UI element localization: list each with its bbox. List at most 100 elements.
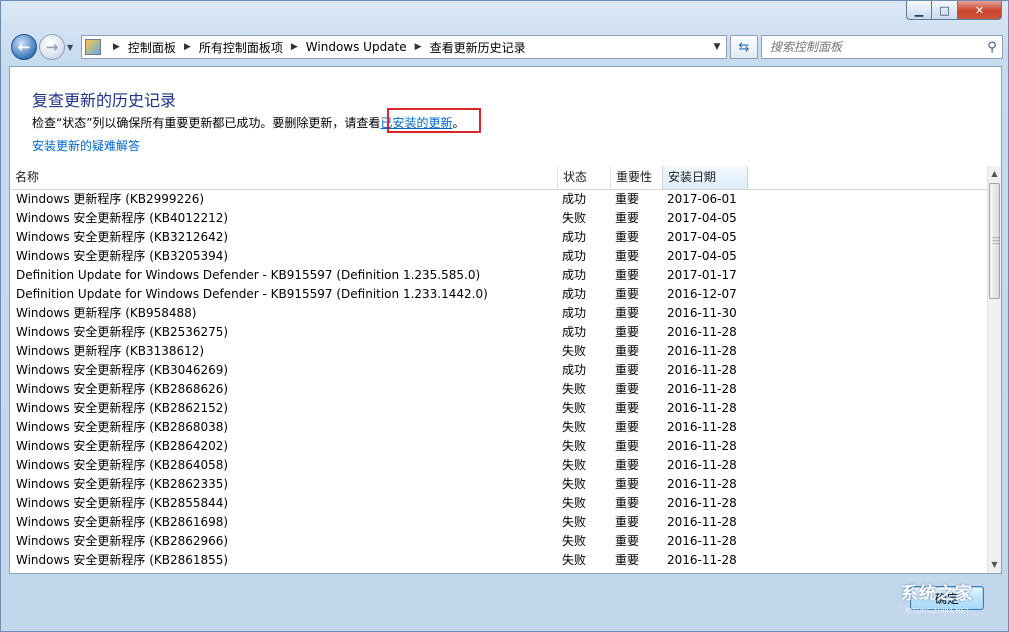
sort-descending-icon: ▾ [703, 163, 707, 186]
update-name-cell: Definition Update for Windows Defender -… [16, 285, 488, 304]
installed-date-cell: 2016-11-28 [667, 380, 737, 399]
back-button[interactable]: ← [11, 34, 37, 60]
installed-date-cell: 2017-01-17 [667, 266, 737, 285]
status-cell: 失败 [562, 399, 586, 418]
installed-date-cell: 2017-04-05 [667, 247, 737, 266]
installed-date-cell: 2016-11-28 [667, 399, 737, 418]
update-name-cell: Windows 安全更新程序 (KB2536275) [16, 323, 228, 342]
search-icon[interactable]: ⚲ [982, 40, 1002, 55]
column-header-name[interactable]: 名称 [10, 166, 558, 189]
breadcrumb-update-history[interactable]: 查看更新历史记录 [430, 39, 526, 56]
importance-cell: 重要 [615, 361, 639, 380]
watermark: 系统之家 XITONGZHIJIA.NET [901, 579, 1009, 631]
installed-date-cell: 2016-11-30 [667, 304, 737, 323]
troubleshoot-link[interactable]: 安装更新的疑难解答 [32, 137, 140, 154]
installed-date-cell: 2016-12-07 [667, 285, 737, 304]
column-header-installed-date-label: 安装日期 [668, 170, 716, 184]
maximize-button[interactable]: □ [932, 1, 958, 20]
importance-cell: 重要 [615, 380, 639, 399]
breadcrumb-separator-icon[interactable]: ▶ [184, 42, 191, 52]
search-input[interactable] [762, 39, 982, 55]
table-row[interactable]: Definition Update for Windows Defender -… [10, 285, 988, 304]
table-row[interactable]: Windows 安全更新程序 (KB4012212)失败重要2017-04-05 [10, 209, 988, 228]
importance-cell: 重要 [615, 304, 639, 323]
table-row[interactable]: Windows 更新程序 (KB2999226)成功重要2017-06-01 [10, 190, 988, 209]
column-header-importance[interactable]: 重要性 [611, 166, 663, 189]
installed-date-cell: 2016-11-28 [667, 437, 737, 456]
update-name-cell: Windows 安全更新程序 (KB3205394) [16, 247, 228, 266]
update-name-cell: Windows 安全更新程序 (KB2862152) [16, 399, 228, 418]
scrollbar-thumb[interactable]: ——— [989, 183, 1000, 299]
importance-cell: 重要 [615, 532, 639, 551]
status-cell: 成功 [562, 247, 586, 266]
breadcrumb-all-items[interactable]: 所有控制面板项 [199, 39, 283, 56]
status-cell: 失败 [562, 456, 586, 475]
control-panel-window: ▁ □ ✕ ← → ▼ ▶ 控制面板 ▶ 所有控制面板项 ▶ Windows U… [0, 0, 1009, 632]
importance-cell: 重要 [615, 323, 639, 342]
table-row[interactable]: Windows 安全更新程序 (KB2862335)失败重要2016-11-28 [10, 475, 988, 494]
update-name-cell: Windows 安全更新程序 (KB3046269) [16, 361, 228, 380]
refresh-button[interactable]: ⇆ [730, 35, 758, 59]
scroll-up-icon[interactable]: ▲ [988, 166, 1001, 182]
breadcrumb-windows-update[interactable]: Windows Update [306, 40, 407, 54]
importance-cell: 重要 [615, 285, 639, 304]
column-header-status[interactable]: 状态 [558, 166, 611, 189]
minimize-button[interactable]: ▁ [906, 1, 932, 20]
table-row[interactable]: Windows 更新程序 (KB3138612)失败重要2016-11-28 [10, 342, 988, 361]
table-row[interactable]: Windows 安全更新程序 (KB3046269)成功重要2016-11-28 [10, 361, 988, 380]
breadcrumb-control-panel[interactable]: 控制面板 [128, 39, 176, 56]
table-row[interactable]: Windows 安全更新程序 (KB2868626)失败重要2016-11-28 [10, 380, 988, 399]
scroll-down-icon[interactable]: ▼ [988, 557, 1001, 573]
table-row[interactable]: Windows 安全更新程序 (KB2862966)失败重要2016-11-28 [10, 532, 988, 551]
installed-date-cell: 2016-11-28 [667, 494, 737, 513]
table-row[interactable]: Windows 安全更新程序 (KB2536275)成功重要2016-11-28 [10, 323, 988, 342]
search-box[interactable]: ⚲ [761, 35, 1003, 59]
status-cell: 失败 [562, 494, 586, 513]
importance-cell: 重要 [615, 551, 639, 570]
address-dropdown-icon[interactable]: ▼ [708, 42, 726, 52]
close-button[interactable]: ✕ [958, 1, 1002, 20]
breadcrumb: ▶ 控制面板 ▶ 所有控制面板项 ▶ Windows Update ▶ 查看更新… [105, 39, 708, 56]
update-name-cell: Windows 更新程序 (KB958488) [16, 304, 196, 323]
table-row[interactable]: Windows 安全更新程序 (KB2861855)失败重要2016-11-28 [10, 551, 988, 570]
importance-cell: 重要 [615, 228, 639, 247]
table-row[interactable]: Windows 安全更新程序 (KB2864058)失败重要2016-11-28 [10, 456, 988, 475]
table-row[interactable]: Windows 安全更新程序 (KB3212642)成功重要2017-04-05 [10, 228, 988, 247]
table-row[interactable]: Windows 安全更新程序 (KB2855844) 失败 重要 2016-11-28 [10, 494, 988, 513]
table-row[interactable]: Windows 安全更新程序 (KB2861698)失败重要2016-11-28 [10, 513, 988, 532]
status-cell: 成功 [562, 266, 586, 285]
refresh-icon: ⇆ [739, 40, 750, 55]
importance-cell: 重要 [615, 494, 639, 513]
forward-button[interactable]: → [39, 34, 65, 60]
status-cell: 成功 [562, 228, 586, 247]
address-bar[interactable]: ▶ 控制面板 ▶ 所有控制面板项 ▶ Windows Update ▶ 查看更新… [81, 35, 727, 59]
watermark-text: 系统之家 [901, 584, 973, 604]
vertical-scrollbar[interactable]: ▲ ——— ▼ [987, 166, 1001, 573]
table-row[interactable]: Windows 安全更新程序 (KB2868038)失败重要2016-11-28 [10, 418, 988, 437]
breadcrumb-separator-icon[interactable]: ▶ [415, 42, 422, 52]
installed-date-cell: 2016-11-28 [667, 323, 737, 342]
status-cell: 成功 [562, 361, 586, 380]
importance-cell: 重要 [615, 266, 639, 285]
status-cell: 失败 [562, 380, 586, 399]
update-name-cell: Windows 安全更新程序 (KB2864202) [16, 437, 228, 456]
status-cell: 失败 [562, 513, 586, 532]
breadcrumb-separator-icon[interactable]: ▶ [291, 42, 298, 52]
installed-date-cell: 2016-11-28 [667, 342, 737, 361]
importance-cell: 重要 [615, 190, 639, 209]
breadcrumb-separator-icon[interactable]: ▶ [113, 42, 120, 52]
recent-pages-dropdown-icon[interactable]: ▼ [67, 43, 73, 52]
update-name-cell: Windows 安全更新程序 (KB2855844) [16, 494, 228, 513]
column-header-installed-date[interactable]: ▾ 安装日期 [662, 166, 748, 189]
importance-cell: 重要 [615, 209, 639, 228]
caption-buttons: ▁ □ ✕ [906, 1, 1002, 20]
table-row[interactable]: Definition Update for Windows Defender -… [10, 266, 988, 285]
watermark-subtext: XITONGZHIJIA.NET [905, 607, 969, 615]
status-cell: 失败 [562, 418, 586, 437]
table-row[interactable]: Windows 安全更新程序 (KB2862152)失败重要2016-11-28 [10, 399, 988, 418]
table-row[interactable]: Windows 更新程序 (KB958488)成功重要2016-11-30 [10, 304, 988, 323]
status-cell: 失败 [562, 532, 586, 551]
installed-date-cell: 2016-11-28 [667, 418, 737, 437]
table-row[interactable]: Windows 安全更新程序 (KB2864202)失败重要2016-11-28 [10, 437, 988, 456]
table-row[interactable]: Windows 安全更新程序 (KB3205394)成功重要2017-04-05 [10, 247, 988, 266]
